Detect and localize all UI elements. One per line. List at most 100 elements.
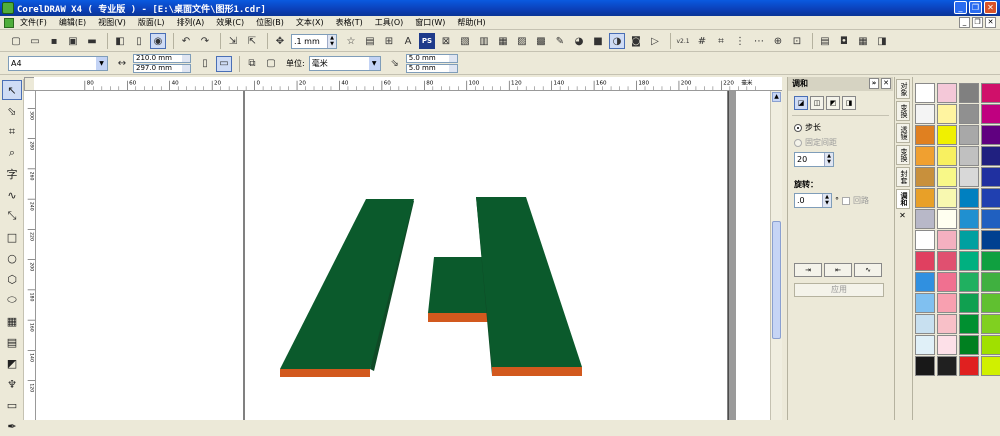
color-swatch[interactable] xyxy=(981,188,1000,208)
page-icon[interactable]: ▯ xyxy=(131,33,147,49)
transparency-icon[interactable]: ▧ xyxy=(457,33,473,49)
docker-collapse-button[interactable]: » xyxy=(869,78,879,89)
color-swatch[interactable] xyxy=(959,293,979,313)
page-width-field[interactable]: 210.0 mm xyxy=(133,54,191,63)
color-swatch[interactable] xyxy=(937,104,957,124)
color-swatch[interactable] xyxy=(937,125,957,145)
fill-icon[interactable]: ▦ xyxy=(495,33,511,49)
docker-tab-transform-2[interactable]: 变换 xyxy=(896,145,910,165)
docker-tab-lens[interactable]: 透镜 xyxy=(896,123,910,143)
fixed-spacing-radio[interactable] xyxy=(794,138,802,147)
color-swatch[interactable] xyxy=(981,125,1000,145)
color-swatch[interactable] xyxy=(959,146,979,166)
left-slanted-bar[interactable] xyxy=(280,199,414,377)
swatch-icon[interactable]: ■ xyxy=(590,33,606,49)
height-spinner-icon[interactable] xyxy=(182,65,190,72)
rectangle-tool-icon[interactable]: □ xyxy=(2,227,22,247)
scrollbar-thumb[interactable] xyxy=(772,221,781,339)
horizontal-ruler[interactable]: 80 60 40 20 0 20 40 60 80 100 120 140 160 180 200 220 毫米 xyxy=(34,77,782,91)
undo-icon[interactable]: ↶ xyxy=(178,33,194,49)
eyedropper-tool-icon[interactable]: ♆ xyxy=(2,374,22,394)
menu-effects[interactable]: 效果(C) xyxy=(216,17,244,28)
color-swatch[interactable] xyxy=(959,230,979,250)
portrait-icon[interactable]: ▯ xyxy=(197,56,213,72)
end-object-icon[interactable]: ⇤ xyxy=(824,263,852,277)
color-swatch[interactable] xyxy=(981,251,1000,271)
polygon-tool-icon[interactable]: ⬡ xyxy=(2,269,22,289)
blend-tool-icon[interactable]: ◩ xyxy=(2,353,22,373)
doc-restore-button[interactable]: ❐ xyxy=(972,17,983,28)
distribute-icon[interactable]: ⋯ xyxy=(751,33,767,49)
dup-y-spinner-icon[interactable] xyxy=(448,65,457,72)
minimize-button[interactable]: _ xyxy=(954,1,967,14)
apply-button[interactable]: 应用 xyxy=(794,283,884,297)
color-swatch[interactable] xyxy=(981,230,1000,250)
import-icon[interactable]: ⇲ xyxy=(225,33,241,49)
color-swatch[interactable] xyxy=(937,272,957,292)
docker-tab-objects[interactable]: 对象 xyxy=(896,79,910,99)
menu-text[interactable]: 文本(X) xyxy=(296,17,324,28)
color-swatch[interactable] xyxy=(937,314,957,334)
zoom-tool-icon[interactable]: ⌕ xyxy=(2,143,22,163)
text-properties-icon[interactable]: ▤ xyxy=(362,33,378,49)
fill-tool-icon[interactable]: ✒ xyxy=(2,416,22,436)
start-object-icon[interactable]: ⇥ xyxy=(794,263,822,277)
menu-arrange[interactable]: 排列(A) xyxy=(177,17,205,28)
menu-bitmaps[interactable]: 位图(B) xyxy=(256,17,284,28)
color-swatch[interactable] xyxy=(937,167,957,187)
color-swatch[interactable] xyxy=(915,83,935,103)
pen-icon[interactable]: ✎ xyxy=(552,33,568,49)
doc-minimize-button[interactable]: _ xyxy=(959,17,970,28)
restore-button[interactable]: ❐ xyxy=(969,1,982,14)
camera-icon[interactable]: ◙ xyxy=(628,33,644,49)
color-swatch[interactable] xyxy=(937,188,957,208)
menu-tools[interactable]: 工具(O) xyxy=(375,17,404,28)
color-swatch[interactable] xyxy=(915,188,935,208)
document-icon[interactable] xyxy=(4,17,14,28)
color-swatch[interactable] xyxy=(915,167,935,187)
options-icon[interactable]: ▤ xyxy=(817,33,833,49)
width-spinner-icon[interactable] xyxy=(182,55,190,62)
color-swatch[interactable] xyxy=(959,356,979,376)
color-swatch[interactable] xyxy=(937,83,957,103)
snap-object-icon[interactable]: ⌗ xyxy=(713,33,729,49)
play-icon[interactable]: ▷ xyxy=(647,33,663,49)
color-swatch[interactable] xyxy=(937,293,957,313)
print-preview-icon[interactable]: ◧ xyxy=(112,33,128,49)
outline-tool-icon[interactable]: ▭ xyxy=(2,395,22,415)
color-swatch[interactable] xyxy=(959,167,979,187)
middle-block[interactable] xyxy=(428,257,488,322)
pick-tool-icon[interactable]: ↖ xyxy=(2,80,22,100)
color-swatch[interactable] xyxy=(981,104,1000,124)
color-swatch[interactable] xyxy=(981,209,1000,229)
rotation-spinner-icon[interactable]: ▲ ▼ xyxy=(822,194,831,207)
color-swatch[interactable] xyxy=(915,230,935,250)
smart-fill-tool-icon[interactable]: ⤡ xyxy=(2,206,22,226)
color-swatch[interactable] xyxy=(981,146,1000,166)
color-swatch[interactable] xyxy=(915,251,935,271)
docker-tab-blend[interactable]: 调和 xyxy=(896,189,910,209)
blend-acceleration-icon[interactable]: ◫ xyxy=(810,96,824,110)
star-shape-icon[interactable]: ☆ xyxy=(343,33,359,49)
snap-grid-icon[interactable]: # xyxy=(694,33,710,49)
color-swatch[interactable] xyxy=(981,167,1000,187)
close-button[interactable]: ✕ xyxy=(984,1,997,14)
color-swatch[interactable] xyxy=(981,83,1000,103)
blend-steps-icon[interactable]: ◪ xyxy=(794,96,808,110)
all-pages-icon[interactable]: ⧉ xyxy=(244,56,260,72)
steps-field[interactable]: 20 ▲ ▼ xyxy=(794,152,834,167)
menu-file[interactable]: 文件(F) xyxy=(20,17,47,28)
color-swatch[interactable] xyxy=(915,335,935,355)
color-swatch[interactable] xyxy=(937,146,957,166)
dup-x-spinner-icon[interactable] xyxy=(448,55,457,62)
color-swatch[interactable] xyxy=(959,314,979,334)
color-swatch[interactable] xyxy=(981,356,1000,376)
color-swatch[interactable] xyxy=(959,104,979,124)
new-document-icon[interactable]: ▢ xyxy=(8,33,24,49)
view-eye-icon[interactable]: ◉ xyxy=(150,33,166,49)
basic-shapes-tool-icon[interactable]: ⬭ xyxy=(2,290,22,310)
grid-icon[interactable]: ⊞ xyxy=(381,33,397,49)
text-style-icon[interactable]: A xyxy=(400,33,416,49)
shape-icon[interactable]: ▩ xyxy=(533,33,549,49)
redo-icon[interactable]: ↷ xyxy=(197,33,213,49)
